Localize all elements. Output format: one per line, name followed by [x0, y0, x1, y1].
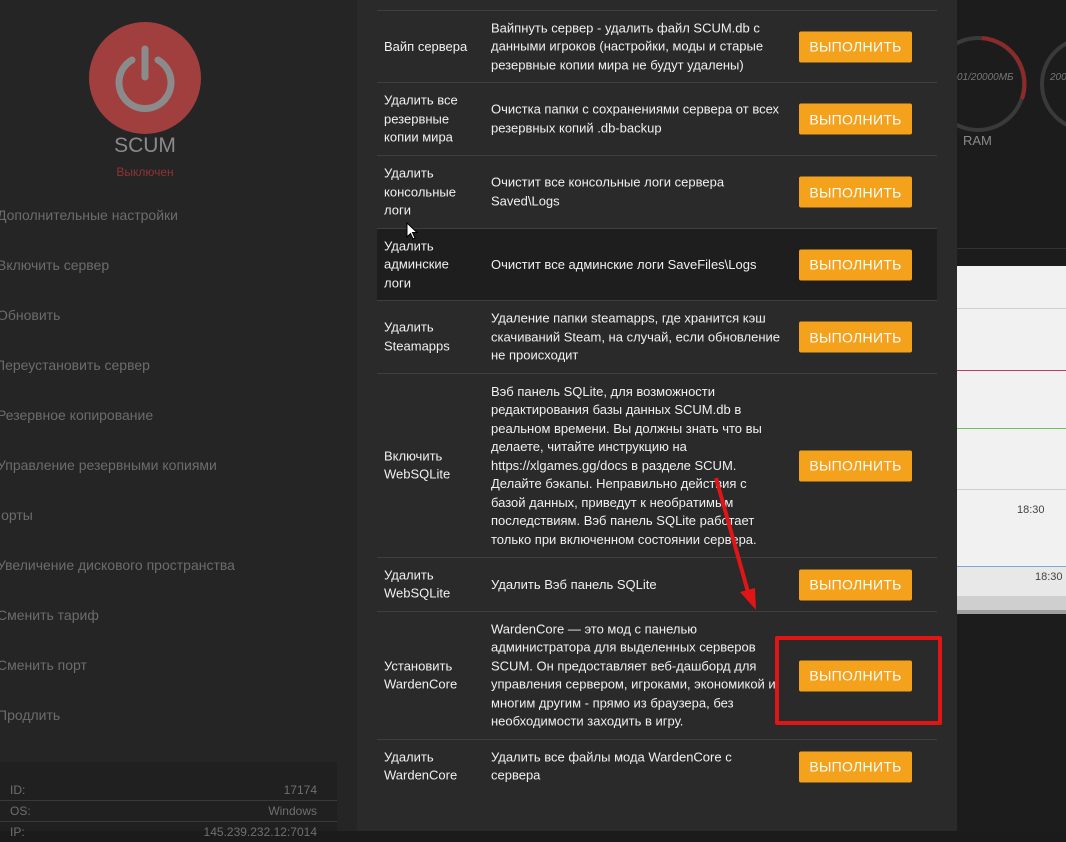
- menu-item-ports[interactable]: Порты: [0, 490, 358, 540]
- chart-scrollbar[interactable]: [957, 596, 1066, 610]
- info-row-os: OS: Windows: [0, 801, 337, 822]
- chart-navigator-tick: 18:30: [1035, 571, 1063, 583]
- action-row: Удалить WardenCore Удалить все файлы мод…: [377, 739, 937, 793]
- info-label: ID:: [10, 783, 26, 797]
- action-name: Установить WardenCore: [384, 658, 458, 692]
- info-label: OS:: [10, 804, 31, 818]
- action-row: Включить WebSQLite Вэб панель SQLite, дл…: [377, 373, 937, 557]
- chart-line-red: [957, 370, 1066, 371]
- menu-item-start-server[interactable]: Включить сервер: [0, 240, 358, 290]
- action-row: Вайп сервера Вайпнуть сервер - удалить ф…: [377, 10, 937, 82]
- action-row: Удалить все резервные копии мира Очистка…: [377, 82, 937, 155]
- second-gauge-value: 200: [1050, 72, 1066, 83]
- menu-item-change-port[interactable]: Сменить порт: [0, 640, 358, 690]
- action-description: Очистит все админские логи SaveFiles\Log…: [491, 256, 757, 272]
- power-icon: [115, 45, 175, 112]
- chart-plot: [957, 266, 1066, 566]
- info-label: IP:: [10, 825, 25, 839]
- menu-item-update[interactable]: Обновить: [0, 290, 358, 340]
- action-name: Вайп сервера: [384, 38, 468, 54]
- action-name: Удалить WardenCore: [384, 749, 458, 783]
- action-description: Удалить Вэб панель SQLite: [491, 576, 657, 592]
- delete-websqlite-button[interactable]: ВЫПОЛНИТЬ: [799, 569, 912, 600]
- action-description: Очистит все консольные логи сервера Save…: [491, 174, 725, 209]
- menu-item-extend[interactable]: Продлить: [0, 690, 358, 740]
- chart-tick: 18:30: [1017, 504, 1045, 516]
- action-row: Удалить консольные логи Очистит все конс…: [377, 155, 937, 228]
- action-row: Удалить Steamapps Удаление папки steamap…: [377, 300, 937, 373]
- menu-item-backup[interactable]: Резервное копирование: [0, 390, 358, 440]
- action-description: Удалить все файлы мода WardenCore с серв…: [491, 749, 732, 783]
- action-name: Включить WebSQLite: [384, 448, 451, 482]
- info-value: Windows: [268, 804, 317, 818]
- info-value: 17174: [283, 783, 317, 797]
- ram-gauge-label: RAM: [963, 133, 992, 148]
- sidebar: SCUM Выключен Дополнительные настройки В…: [0, 0, 358, 839]
- action-name: Удалить WebSQLite: [384, 567, 451, 601]
- menu-item-manage-backups[interactable]: Управление резервными копиями: [0, 440, 358, 490]
- action-row: Удалить админские логи Очистит все админ…: [377, 228, 937, 300]
- action-name: Удалить консольные логи: [384, 165, 456, 218]
- action-description: Вэб панель SQLite, для возможности редак…: [491, 383, 762, 547]
- server-name: SCUM: [114, 134, 176, 157]
- menu-item-disk-space[interactable]: Увеличение дискового пространства: [0, 540, 358, 590]
- sidebar-menu: Дополнительные настройки Включить сервер…: [0, 190, 358, 740]
- delete-admin-logs-button[interactable]: ВЫПОЛНИТЬ: [799, 249, 912, 280]
- divider: [957, 248, 1066, 249]
- delete-steamapps-button[interactable]: ВЫПОЛНИТЬ: [799, 321, 912, 353]
- wipe-server-button[interactable]: ВЫПОЛНИТЬ: [799, 31, 912, 62]
- power-button[interactable]: [89, 22, 201, 134]
- chart-gridline: [957, 489, 1066, 490]
- action-name: Удалить Steamapps: [384, 319, 450, 354]
- menu-item-change-plan[interactable]: Сменить тариф: [0, 590, 358, 640]
- delete-wardencore-button[interactable]: ВЫПОЛНИТЬ: [799, 751, 912, 782]
- info-row-id: ID: 17174: [0, 780, 337, 801]
- highlight-box: [775, 636, 942, 725]
- action-description: WardenCore — это мод с панелью администр…: [491, 621, 776, 729]
- action-description: Очистка папки с сохранениями сервера от …: [491, 101, 780, 136]
- action-name: Удалить все резервные копии мира: [384, 92, 458, 145]
- info-value: 145.239.232.12:7014: [203, 825, 317, 839]
- action-description: Удаление папки steamapps, где хранится к…: [491, 310, 781, 363]
- chart-line-green: [957, 428, 1066, 429]
- server-status: Выключен: [116, 165, 174, 179]
- action-description: Вайпнуть сервер - удалить файл SCUM.db с…: [491, 19, 764, 72]
- chart-gridline: [957, 308, 1066, 309]
- server-info: ID: 17174 OS: Windows IP: 145.239.232.12…: [0, 762, 337, 839]
- delete-backups-button[interactable]: ВЫПОЛНИТЬ: [799, 103, 912, 135]
- enable-websqlite-button[interactable]: ВЫПОЛНИТЬ: [799, 450, 912, 481]
- action-name: Удалить админские логи: [384, 237, 449, 290]
- delete-console-logs-button[interactable]: ВЫПОЛНИТЬ: [799, 176, 912, 208]
- mouse-cursor-icon: [406, 222, 419, 240]
- action-row: Удалить WebSQLite Удалить Вэб панель SQL…: [377, 557, 937, 611]
- info-row-ip: IP: 145.239.232.12:7014: [0, 822, 337, 842]
- ram-gauge-value: 01/20000МБ: [957, 72, 1014, 83]
- menu-item-additional-settings[interactable]: Дополнительные настройки: [0, 190, 358, 240]
- menu-item-reinstall[interactable]: Переустановить сервер: [0, 340, 358, 390]
